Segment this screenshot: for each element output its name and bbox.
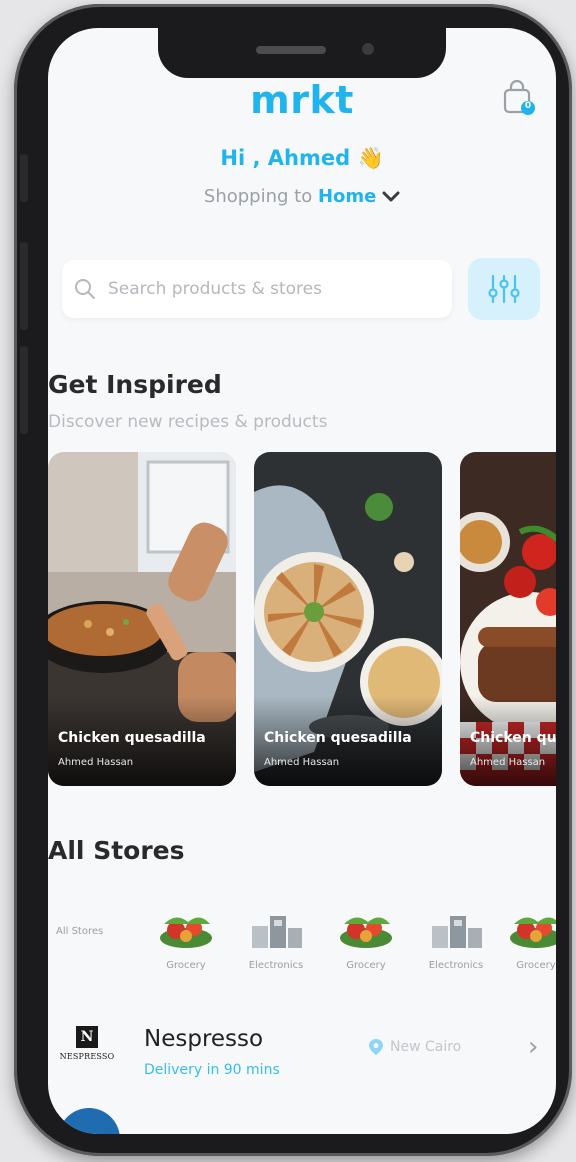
front-camera bbox=[362, 43, 374, 55]
shipping-prefix: Shopping to bbox=[203, 186, 313, 207]
app-screen: mrkt 0 Hi , Ahmed 👋 Shopping to Home Sea… bbox=[48, 28, 556, 1134]
recipe-title: Chicken quesadilla bbox=[58, 730, 206, 746]
store-category-label: Grocery bbox=[346, 960, 386, 971]
all-stores-title: All Stores bbox=[48, 836, 185, 865]
recipe-author: Ahmed Hassan bbox=[264, 757, 340, 768]
cart-count-badge: 0 bbox=[524, 101, 532, 111]
shipping-location-selector[interactable]: Shopping to Home bbox=[48, 186, 556, 207]
grocery-icon bbox=[160, 917, 212, 948]
store-category-grocery[interactable]: Grocery bbox=[496, 908, 556, 971]
chevron-right-icon[interactable]: › bbox=[528, 1032, 538, 1062]
recipe-card[interactable]: Chicken quesadilla Ahmed Hassan bbox=[254, 452, 442, 786]
filter-sliders-icon bbox=[488, 274, 520, 304]
volume-down-button bbox=[20, 346, 28, 434]
get-inspired-title: Get Inspired bbox=[48, 370, 222, 399]
wave-emoji: 👋 bbox=[357, 146, 384, 170]
shipping-location: Home bbox=[317, 186, 377, 207]
shopping-bag-icon[interactable]: 0 bbox=[502, 79, 536, 116]
store-name: Nespresso bbox=[144, 1026, 264, 1052]
store-logo-partial bbox=[58, 1108, 120, 1134]
recipe-author: Ahmed Hassan bbox=[58, 757, 134, 768]
filter-button[interactable] bbox=[468, 258, 540, 320]
store-category-electronics[interactable]: Electronics bbox=[236, 908, 316, 971]
store-location-text: New Cairo bbox=[390, 1039, 462, 1055]
store-category-electronics[interactable]: Electronics bbox=[416, 908, 496, 971]
location-pin-icon bbox=[369, 1039, 383, 1055]
recipe-card[interactable]: Chicken quesadilla Ahmed Hassan bbox=[460, 452, 556, 786]
recipe-author: Ahmed Hassan bbox=[470, 757, 546, 768]
recipe-title: Chicken quesadilla bbox=[264, 730, 412, 746]
all-stores-filter[interactable]: All Stores bbox=[56, 926, 103, 937]
store-category-grocery[interactable]: Grocery bbox=[146, 908, 226, 971]
store-list-item[interactable]: N NESPRESSO Nespresso Delivery in 90 min… bbox=[48, 1018, 556, 1098]
speaker bbox=[256, 46, 326, 54]
delivery-time: Delivery in 90 mins bbox=[144, 1062, 280, 1078]
recipe-card[interactable]: Chicken quesadilla Ahmed Hassan bbox=[48, 452, 236, 786]
volume-up-button bbox=[20, 242, 28, 330]
electronics-icon bbox=[432, 916, 482, 948]
grocery-icon bbox=[340, 917, 392, 948]
grocery-icon bbox=[510, 917, 556, 948]
chevron-down-icon bbox=[382, 191, 400, 202]
app-logo: mrkt bbox=[250, 78, 354, 122]
store-category-label: Electronics bbox=[428, 960, 484, 971]
search-input[interactable]: Search products & stores bbox=[108, 279, 322, 299]
store-category-label: Electronics bbox=[248, 960, 304, 971]
store-category-grocery[interactable]: Grocery bbox=[326, 908, 406, 971]
store-category-label: Grocery bbox=[516, 960, 556, 971]
nespresso-logo: N NESPRESSO bbox=[54, 1026, 120, 1061]
search-icon bbox=[75, 279, 95, 299]
store-category-row: All Stores Grocery Electronics Grocery E… bbox=[48, 908, 556, 978]
search-bar[interactable]: Search products & stores bbox=[62, 260, 452, 318]
greeting-text: Hi , Ahmed bbox=[220, 146, 351, 170]
get-inspired-subtitle: Discover new recipes & products bbox=[48, 412, 328, 432]
nespresso-logo-text: NESPRESSO bbox=[59, 1052, 115, 1061]
store-location: New Cairo bbox=[368, 1038, 461, 1056]
greeting: Hi , Ahmed 👋 bbox=[48, 146, 556, 171]
store-category-label: Grocery bbox=[166, 960, 206, 971]
electronics-icon bbox=[252, 916, 302, 948]
nespresso-logo-letter: N bbox=[76, 1026, 98, 1048]
mute-switch bbox=[20, 154, 28, 202]
notch bbox=[158, 28, 446, 78]
recipe-title: Chicken quesadilla bbox=[470, 730, 556, 746]
